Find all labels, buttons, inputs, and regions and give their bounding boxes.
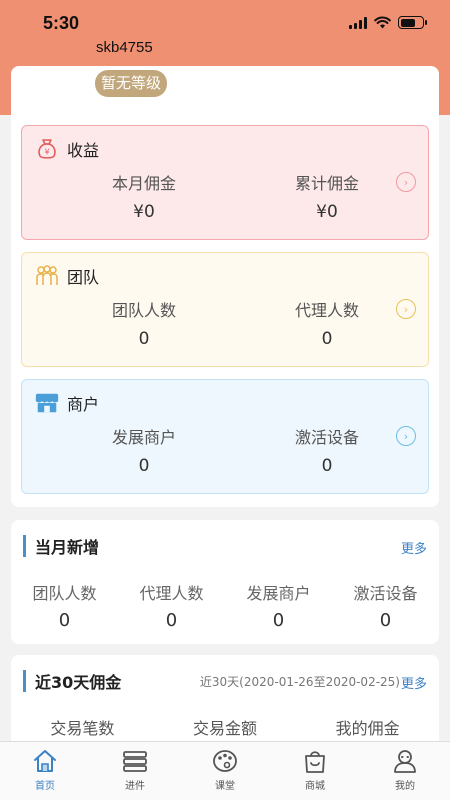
monthly-new-more-link[interactable]: 更多 — [401, 538, 427, 557]
money-bag-icon: ¥ — [34, 136, 60, 162]
home-icon — [34, 750, 56, 772]
bottom-tab-bar: 首页 进件 课堂 商城 我的 — [0, 741, 450, 800]
income-card[interactable]: ¥ 收益 本月佣金 ¥0 累计佣金 ¥0 › — [21, 125, 429, 240]
signal-icon — [349, 16, 367, 29]
total-commission-label: 累计佣金 — [294, 174, 359, 193]
column-header: 我的佣金 — [335, 719, 400, 738]
tab-classroom[interactable]: 课堂 — [180, 742, 270, 800]
column-header: 交易笔数 — [50, 719, 115, 738]
tab-label: 首页 — [35, 781, 55, 792]
commission-columns: 交易笔数 交易金额 我的佣金 — [11, 715, 439, 739]
user-icon — [394, 750, 416, 773]
svg-text:¥: ¥ — [44, 148, 49, 157]
status-bar: 5:30 — [0, 0, 450, 44]
tab-label: 商城 — [305, 781, 325, 792]
merchant-count-label: 发展商户 — [111, 428, 176, 447]
merchant-title: 商户 — [67, 395, 100, 414]
stat-value: 0 — [379, 610, 392, 631]
monthly-new-title: 当月新增 — [35, 538, 100, 557]
tab-home[interactable]: 首页 — [0, 742, 90, 800]
tab-label: 我的 — [395, 781, 415, 792]
total-commission-value: ¥0 — [316, 202, 338, 222]
chevron-right-icon[interactable]: › — [396, 426, 416, 446]
team-size-label: 团队人数 — [111, 301, 176, 320]
stat-value: 0 — [58, 610, 71, 631]
tab-apply[interactable]: 进件 — [90, 742, 180, 800]
stat-item: 激活设备 0 — [332, 580, 439, 631]
stat-label: 发展商户 — [246, 584, 311, 603]
team-icon — [34, 263, 60, 289]
username: skb4755 — [96, 39, 153, 56]
income-title: 收益 — [67, 141, 100, 160]
month-commission-label: 本月佣金 — [111, 174, 176, 193]
merchant-count-value: 0 — [138, 456, 150, 476]
stat-label: 激活设备 — [353, 584, 418, 603]
commission-30-more-link[interactable]: 更多 — [401, 673, 427, 692]
stat-item: 发展商户 0 — [225, 580, 332, 631]
battery-icon — [398, 16, 427, 29]
tab-label: 课堂 — [215, 781, 235, 792]
tab-mall[interactable]: 商城 — [270, 742, 360, 800]
stat-label: 代理人数 — [139, 584, 204, 603]
chevron-right-icon[interactable]: › — [396, 172, 416, 192]
level-badge: 暂无等级 — [95, 70, 168, 97]
column-header: 交易金额 — [193, 719, 258, 738]
stat-value: 0 — [165, 610, 178, 631]
section-accent-bar — [23, 670, 26, 692]
shopping-bag-icon — [305, 751, 325, 773]
stat-item: 团队人数 0 — [11, 580, 118, 631]
activated-device-value: 0 — [321, 456, 333, 476]
monthly-new-stats: 团队人数 0 代理人数 0 发展商户 0 激活设备 0 — [11, 580, 439, 631]
list-icon — [123, 751, 147, 772]
status-icons — [349, 16, 427, 29]
agent-count-value: 0 — [321, 329, 333, 349]
store-icon — [34, 390, 60, 416]
date-range-text: 近30天(2020-01-26至2020-02-25) — [199, 675, 400, 689]
agent-count-label: 代理人数 — [294, 301, 359, 320]
stat-item: 代理人数 0 — [118, 580, 225, 631]
monthly-new-section: 当月新增 更多 团队人数 0 代理人数 0 发展商户 0 激活设备 0 — [11, 520, 439, 644]
palette-icon — [213, 750, 237, 772]
stat-label: 团队人数 — [32, 584, 97, 603]
chevron-right-icon[interactable]: › — [396, 299, 416, 319]
month-commission-value: ¥0 — [133, 202, 155, 222]
team-card[interactable]: 团队 团队人数 0 代理人数 0 › — [21, 252, 429, 367]
team-title: 团队 — [67, 268, 100, 287]
merchant-card[interactable]: 商户 发展商户 0 激活设备 0 › — [21, 379, 429, 494]
tab-mine[interactable]: 我的 — [360, 742, 450, 800]
team-size-value: 0 — [138, 329, 150, 349]
status-time: 5:30 — [43, 13, 80, 33]
activated-device-label: 激活设备 — [294, 428, 359, 447]
wifi-icon — [374, 16, 391, 29]
commission-30-title: 近30天佣金 — [35, 673, 122, 692]
section-accent-bar — [23, 535, 26, 557]
summary-card: 暂无等级 ¥ 收益 本月佣金 ¥0 累计佣金 ¥0 › 团队 团队人数 0 代理… — [11, 66, 439, 507]
tab-label: 进件 — [125, 781, 145, 792]
stat-value: 0 — [272, 610, 285, 631]
